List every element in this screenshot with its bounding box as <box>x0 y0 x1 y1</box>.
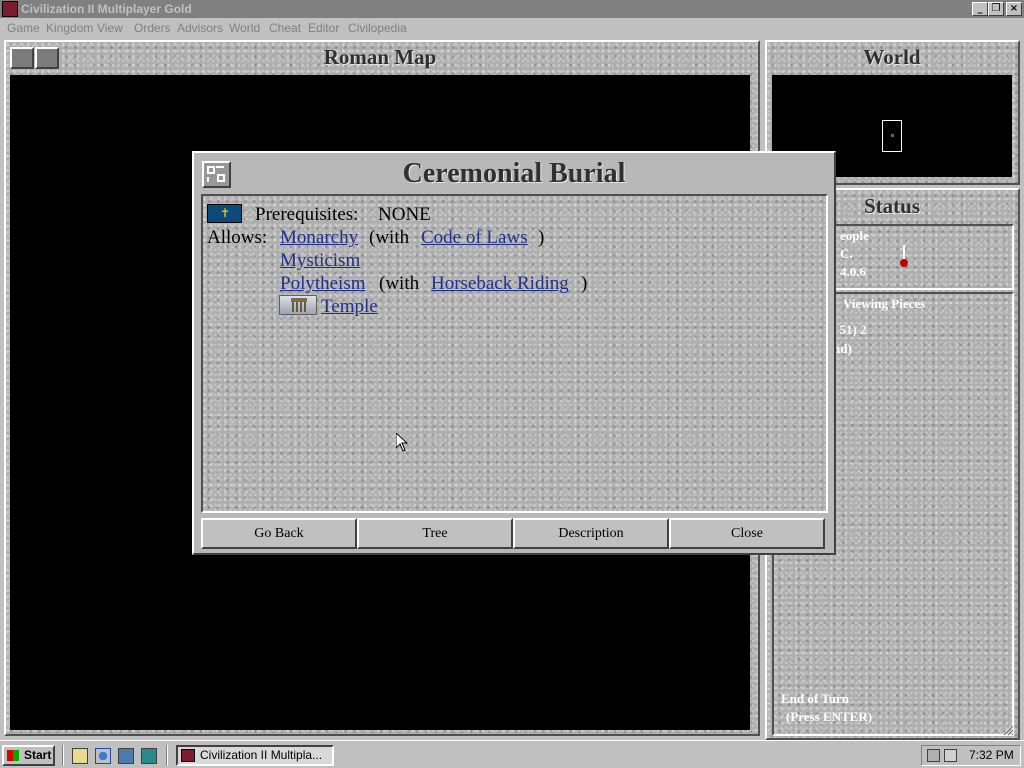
allows-label: Allows: <box>207 227 268 248</box>
restore-icon[interactable]: ❐ <box>988 2 1004 16</box>
quicklaunch-notepad-icon[interactable] <box>72 748 88 764</box>
menu-view[interactable]: View <box>97 21 123 35</box>
start-label: Start <box>24 748 52 762</box>
tray-network-icon[interactable] <box>927 749 940 762</box>
menu-civilopedia[interactable]: Civilopedia <box>348 21 407 35</box>
clock[interactable]: 7:32 PM <box>969 746 1014 765</box>
app-titlebar: Civilization II Multiplayer Gold _ ❐ × <box>0 0 1024 18</box>
status-gold: 4.0.6 <box>840 264 866 279</box>
prereq-value: NONE <box>378 204 431 225</box>
cursor-coords: , 51) 2 <box>833 322 867 337</box>
world-panel-title: World <box>863 45 921 69</box>
system-tray: 7:32 PM <box>921 745 1021 766</box>
size-grip-icon[interactable] <box>1002 724 1014 736</box>
link-polytheism[interactable]: Polytheism <box>280 273 366 295</box>
volume-icon[interactable] <box>944 749 957 762</box>
viewing-pieces-label: Viewing Pieces <box>843 296 926 311</box>
taskbar-civ2-button[interactable]: Civilization II Multipla... <box>176 745 334 766</box>
link-temple[interactable]: Temple <box>321 296 378 318</box>
menu-kingdom[interactable]: Kingdom <box>46 21 93 35</box>
close-paren-2: ) <box>581 273 588 294</box>
close-paren-1: ) <box>538 227 545 248</box>
link-monarchy[interactable]: Monarchy <box>280 227 358 249</box>
civ-task-icon <box>181 749 195 762</box>
link-code-of-laws[interactable]: Code of Laws <box>421 227 528 249</box>
close-button[interactable]: Close <box>669 518 825 549</box>
description-button[interactable]: Description <box>513 518 669 549</box>
taskbar-divider-2 <box>166 745 168 766</box>
press-enter-label[interactable]: (Press ENTER) <box>786 709 872 725</box>
prereq-label: Prerequisites: <box>255 204 359 225</box>
windows-logo-icon <box>7 750 19 761</box>
menu-advisors[interactable]: Advisors <box>177 21 223 35</box>
map-panel-title: Roman Map <box>323 45 437 69</box>
minimap-unit-dot <box>891 134 894 137</box>
civ-app-icon <box>2 1 18 17</box>
link-horseback-riding[interactable]: Horseback Riding <box>431 273 569 295</box>
start-button[interactable]: Start <box>2 745 55 766</box>
minimize-icon[interactable]: _ <box>972 2 988 16</box>
quicklaunch-ie-icon[interactable] <box>95 748 111 764</box>
status-year: C. <box>840 246 853 261</box>
quicklaunch-desktop-icon[interactable] <box>141 748 157 764</box>
taskbar-divider <box>62 745 64 766</box>
go-back-button[interactable]: Go Back <box>201 518 357 549</box>
menu-cheat[interactable]: Cheat <box>269 21 301 35</box>
with-text-2: (with <box>379 273 420 294</box>
with-text-1: (with <box>369 227 410 248</box>
menu-editor[interactable]: Editor <box>308 21 339 35</box>
dialog-title: Ceremonial Burial <box>402 158 626 189</box>
menu-orders[interactable]: Orders <box>134 21 171 35</box>
close-icon[interactable]: × <box>1006 2 1022 16</box>
end-of-turn-label[interactable]: End of Turn <box>781 691 849 707</box>
menu-game[interactable]: Game <box>7 21 40 35</box>
cross-flag-icon: ✝ <box>207 204 242 223</box>
quicklaunch-channels-icon[interactable] <box>118 748 134 764</box>
temple-icon <box>279 295 317 315</box>
link-mysticism[interactable]: Mysticism <box>280 250 360 272</box>
menu-bar: Game Kingdom View Orders Advisors World … <box>0 18 1024 38</box>
thermometer-icon <box>899 245 909 267</box>
taskbar: Start Civilization II Multipla... 7:32 P… <box>0 740 1024 768</box>
window-title: Civilization II Multiplayer Gold <box>21 2 192 16</box>
menu-world[interactable]: World <box>229 21 260 35</box>
task-label: Civilization II Multipla... <box>200 748 323 762</box>
status-population: eople <box>840 228 869 243</box>
mouse-cursor-icon <box>396 433 408 452</box>
tree-button[interactable]: Tree <box>357 518 513 549</box>
